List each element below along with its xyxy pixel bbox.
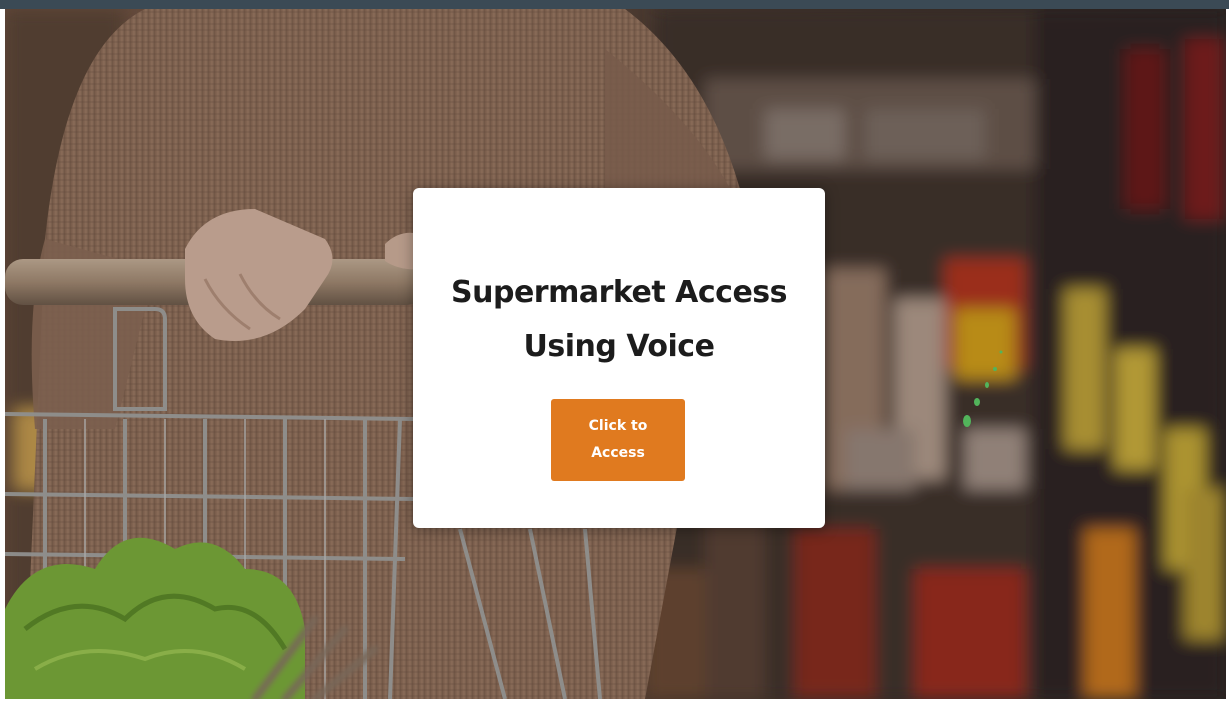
click-to-access-button[interactable]: Click to Access <box>551 399 685 481</box>
modal-title: Supermarket Access Using Voice <box>451 275 788 364</box>
top-bar <box>0 0 1229 9</box>
page: Supermarket Access Using Voice Click to … <box>0 0 1229 702</box>
access-modal: Supermarket Access Using Voice Click to … <box>413 188 825 528</box>
